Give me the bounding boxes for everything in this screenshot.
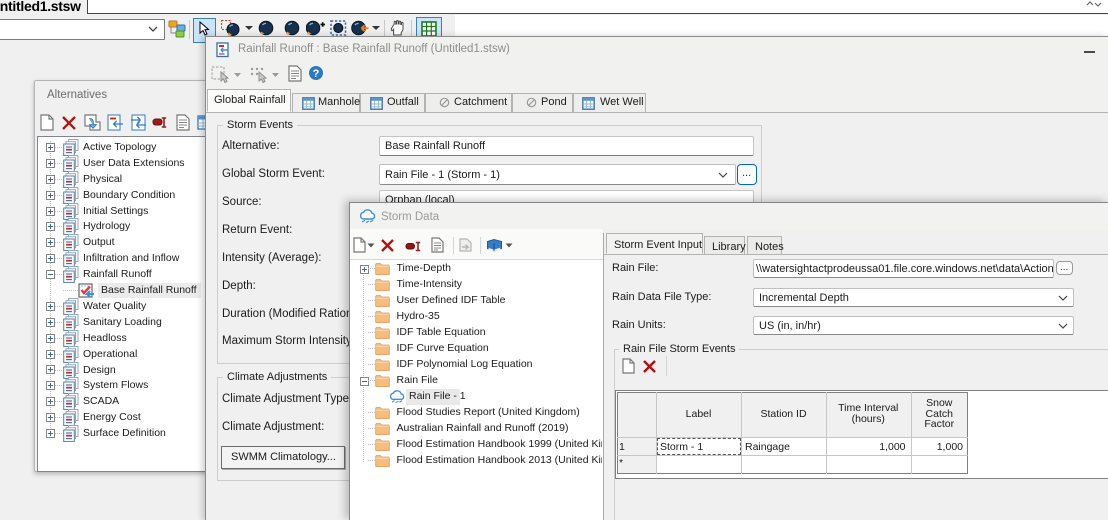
svg-text:?: ? <box>313 68 320 80</box>
